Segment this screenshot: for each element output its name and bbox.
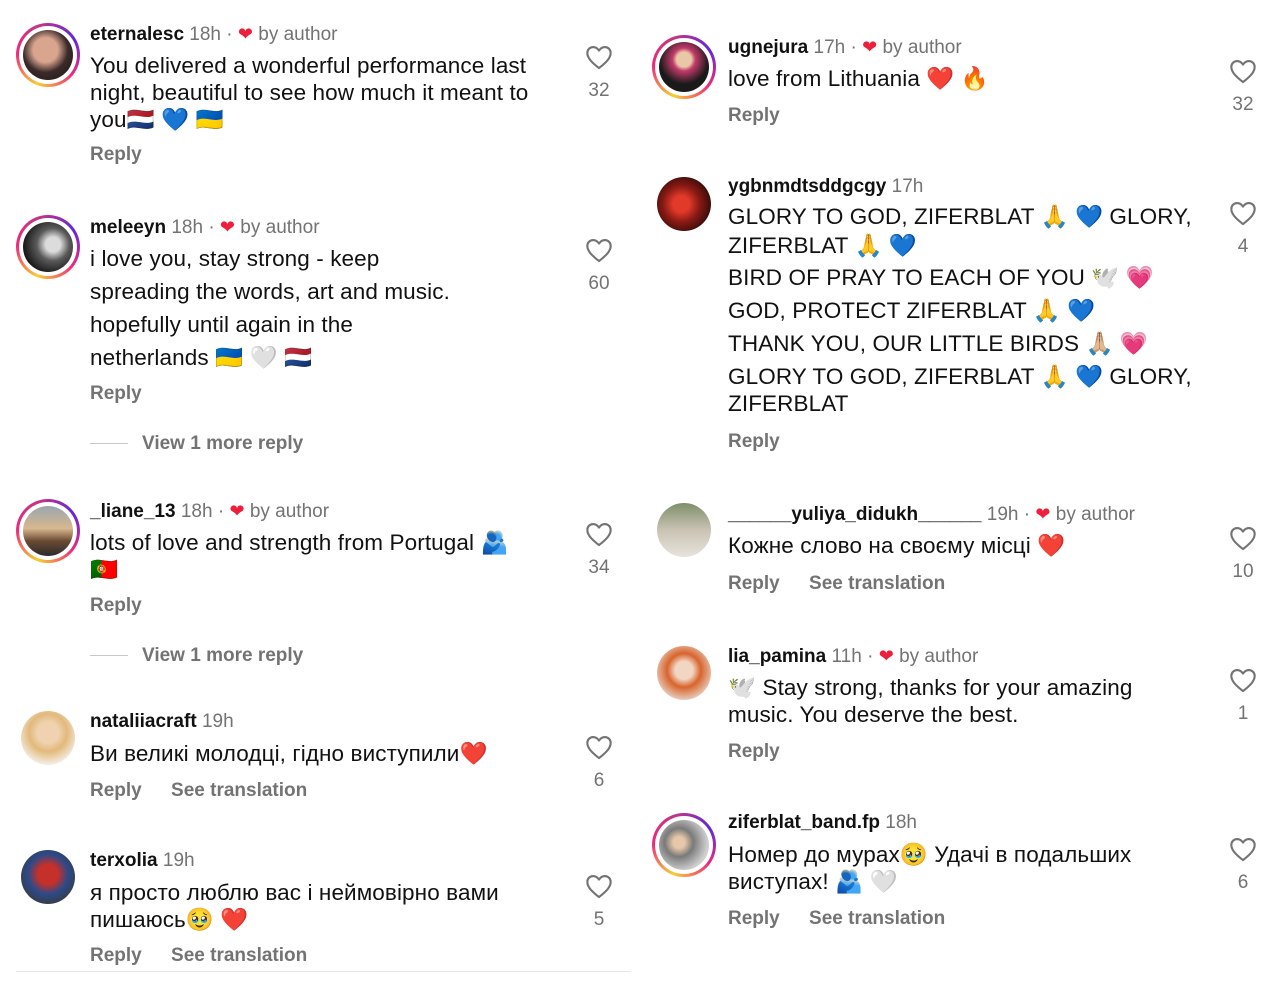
username[interactable]: meleeyn	[90, 217, 166, 238]
avatar[interactable]	[657, 503, 711, 557]
avatar-ring[interactable]	[16, 499, 80, 563]
timestamp: 18h	[189, 24, 221, 45]
timestamp: 11h	[831, 646, 862, 667]
comment-text: lots of love and strength from Portugal …	[90, 530, 509, 582]
by-author-label: by author	[240, 217, 320, 238]
heart-outline-icon[interactable]	[585, 44, 613, 70]
timestamp: 18h	[180, 501, 213, 522]
heart-outline-icon[interactable]	[585, 873, 613, 899]
reply-button[interactable]: Reply	[90, 383, 142, 404]
reply-button[interactable]: Reply	[728, 741, 780, 762]
comment-text: Ви великі молодці, гідно виступили❤️	[90, 741, 488, 766]
see-translation-button[interactable]: See translation	[171, 780, 307, 801]
avatar[interactable]	[23, 222, 73, 272]
comment-text: Кожне слово на своєму місці ❤️	[728, 533, 1066, 558]
view-more-replies[interactable]: View 1 more reply	[90, 645, 303, 667]
see-translation-button[interactable]: See translation	[809, 908, 945, 929]
avatar-ring[interactable]	[652, 813, 716, 877]
reply-button[interactable]: Reply	[728, 105, 780, 126]
timestamp: 19h	[986, 504, 1019, 525]
reply-button[interactable]: Reply	[90, 780, 142, 801]
username[interactable]: eternalesc	[90, 24, 184, 45]
like-count: 4	[1237, 236, 1249, 257]
reply-button[interactable]: Reply	[90, 144, 142, 165]
username[interactable]: ziferblat_band.fp	[728, 812, 880, 833]
avatar[interactable]	[23, 30, 73, 80]
reply-button[interactable]: Reply	[728, 573, 780, 594]
avatar-ring[interactable]	[652, 641, 716, 705]
avatar[interactable]	[657, 646, 711, 700]
see-translation-button[interactable]: See translation	[809, 573, 945, 594]
like-count: 1	[1237, 703, 1249, 724]
by-author-label: by author	[882, 37, 962, 58]
avatar-ring[interactable]	[652, 498, 716, 562]
avatar[interactable]	[657, 177, 711, 231]
avatar[interactable]	[23, 506, 73, 556]
reply-button[interactable]: Reply	[90, 945, 142, 966]
avatar[interactable]	[659, 820, 709, 870]
avatar-ring[interactable]	[16, 23, 80, 87]
heart-outline-icon[interactable]	[1229, 667, 1257, 693]
heart-outline-icon[interactable]	[1229, 58, 1257, 84]
username[interactable]: ygbnmdtsddgcgy	[728, 176, 886, 197]
timestamp: 17h	[813, 37, 846, 58]
by-author-label: by author	[899, 646, 979, 667]
author-heart-icon: ❤	[219, 217, 236, 237]
author-heart-icon: ❤	[862, 37, 878, 57]
like-count: 6	[593, 770, 605, 791]
heart-outline-icon[interactable]	[585, 734, 613, 760]
timestamp: 18h	[885, 812, 917, 833]
avatar-ring[interactable]	[652, 35, 716, 99]
username[interactable]: terxolia	[90, 850, 158, 871]
timestamp: 19h	[201, 711, 234, 732]
username[interactable]: nataliiacraft	[90, 711, 197, 732]
username[interactable]: _liane_13	[90, 501, 176, 522]
reply-button[interactable]: Reply	[728, 431, 780, 452]
avatar-ring[interactable]	[16, 845, 80, 909]
username[interactable]: ugnejura	[728, 37, 808, 58]
avatar[interactable]	[659, 42, 709, 92]
avatar[interactable]	[21, 711, 75, 765]
avatar-ring[interactable]	[16, 215, 80, 279]
comment-text: я просто люблю вас і неймовірно вами пиш…	[90, 880, 499, 932]
timestamp: 19h	[162, 850, 195, 871]
author-heart-icon: ❤	[878, 646, 894, 666]
like-count: 5	[593, 909, 605, 930]
by-author-label: by author	[1055, 504, 1135, 525]
heart-outline-icon[interactable]	[585, 521, 613, 547]
author-heart-icon: ❤	[229, 501, 245, 521]
like-count: 10	[1232, 561, 1254, 582]
avatar-ring[interactable]	[652, 172, 716, 236]
username[interactable]: lia_pamina	[728, 646, 826, 667]
heart-outline-icon[interactable]	[1229, 200, 1257, 226]
comment-text: i love you, stay strong - keep spreading…	[90, 246, 450, 370]
author-heart-icon: ❤	[1035, 504, 1051, 524]
heart-outline-icon[interactable]	[1229, 836, 1257, 862]
like-count: 34	[588, 557, 610, 578]
by-author-label: by author	[258, 24, 338, 45]
heart-outline-icon[interactable]	[585, 237, 613, 263]
avatar[interactable]	[21, 850, 75, 904]
username[interactable]: ______yuliya_didukh______	[728, 504, 982, 525]
comment-text: You delivered a wonderful performance la…	[90, 53, 529, 132]
timestamp: 18h	[171, 217, 204, 238]
author-heart-icon: ❤	[237, 24, 253, 44]
like-count: 32	[1232, 94, 1254, 115]
comment-text: love from Lithuania ❤️ 🔥	[728, 66, 989, 91]
reply-button[interactable]: Reply	[728, 908, 780, 929]
reply-button[interactable]: Reply	[90, 595, 142, 616]
see-translation-button[interactable]: See translation	[171, 945, 307, 966]
by-author-label: by author	[249, 501, 330, 522]
heart-outline-icon[interactable]	[1229, 525, 1257, 551]
timestamp: 17h	[891, 176, 924, 197]
comment-text: GLORY TO GOD, ZIFERBLAT 🙏 💙 GLORY, ZIFER…	[728, 204, 1192, 416]
like-count: 60	[588, 273, 610, 294]
divider	[16, 971, 631, 972]
like-count: 32	[588, 80, 610, 101]
comment-text: Номер до мурах🥹 Удачі в подальших виступ…	[728, 842, 1132, 894]
view-more-replies[interactable]: View 1 more reply	[90, 433, 303, 455]
avatar-ring[interactable]	[16, 706, 80, 770]
like-count: 6	[1237, 872, 1249, 893]
comment-text: 🕊️ Stay strong, thanks for your amazing …	[728, 675, 1133, 727]
